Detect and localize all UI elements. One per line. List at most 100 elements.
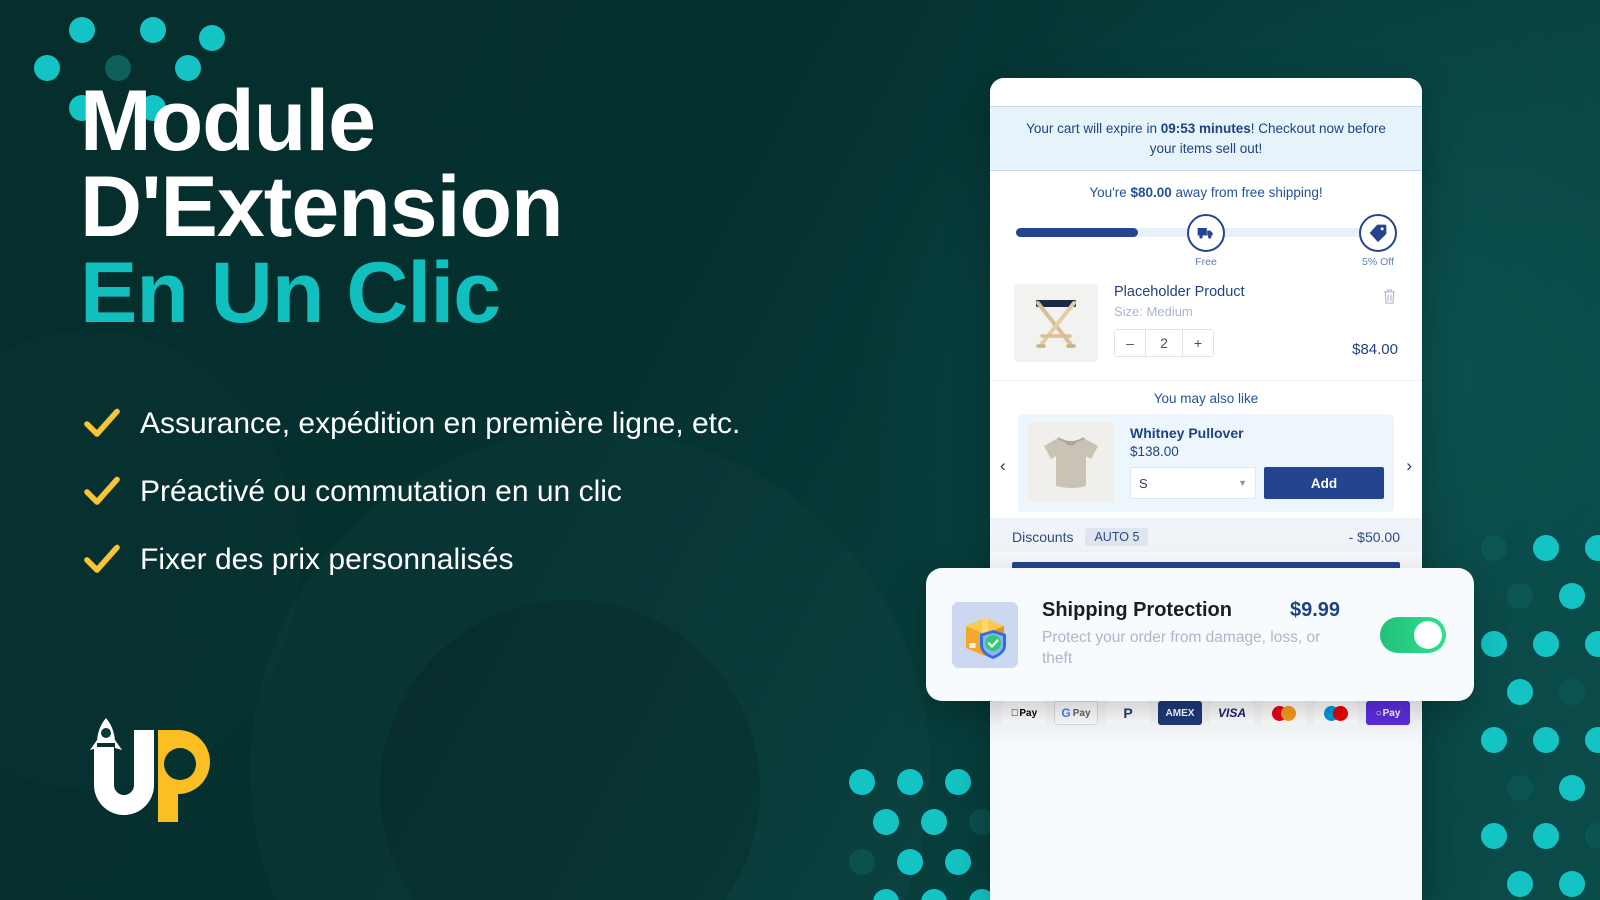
product-thumbnail [1014, 284, 1098, 363]
google-pay-mark-label: Pay [1072, 707, 1091, 719]
google-pay-mark: G Pay [1054, 701, 1098, 726]
check-icon [84, 544, 120, 573]
milestone-label-line1: Free [1195, 256, 1217, 269]
recommendations-heading: You may also like [990, 380, 1422, 415]
free-shipping-progress: You're $80.00 away from free shipping! F… [990, 171, 1422, 281]
size-select-value: S [1139, 475, 1148, 491]
list-item-label: Assurance, expédition en première ligne,… [140, 407, 741, 440]
progress-track: Free Shipping 5% Off [1016, 214, 1397, 281]
recommendation-controls: S ▼ Add [1130, 467, 1384, 500]
recommendations-carousel: ‹ › Whitney Pullover $138.00 S ▼ Add [990, 414, 1422, 519]
cart-line-item: Placeholder Product Size: Medium – 2 + $… [990, 270, 1422, 381]
shipping-protection-details: Shipping Protection $9.99 Protect your o… [1042, 599, 1360, 670]
trash-icon[interactable] [1382, 288, 1397, 308]
decorative-dot [1507, 583, 1533, 609]
discount-code-chip[interactable]: AUTO 5 [1085, 528, 1149, 547]
chevron-right-icon[interactable]: › [1406, 456, 1412, 476]
paypal-mark-label: P [1123, 705, 1133, 722]
accepted-payment-methods: Pay GPay P AMEX VISA ○Pay [990, 701, 1422, 726]
amex-mark-label: AMEX [1165, 707, 1195, 719]
decorative-dot [1533, 823, 1559, 849]
recommendation-thumbnail [1028, 422, 1114, 503]
decorative-dot [1507, 775, 1533, 801]
headline-line-1: Module [80, 73, 376, 169]
dpay-mark-label: Pay [1382, 707, 1401, 719]
add-to-cart-button[interactable]: Add [1264, 467, 1384, 500]
list-item: Fixer des prix personnalisés [82, 540, 740, 580]
hero-content: Module D'Extension En Un Clic Assurance,… [80, 0, 960, 900]
headline-line-3: En Un Clic [80, 245, 501, 341]
check-icon [84, 476, 120, 505]
decorative-dot [34, 55, 60, 81]
chevron-down-icon: ▼ [1238, 478, 1247, 489]
dpay-mark: ○ Pay [1366, 701, 1410, 726]
size-select[interactable]: S ▼ [1130, 467, 1256, 500]
decorative-dot [1533, 727, 1559, 753]
expiry-prefix: Your cart will expire in [1026, 121, 1161, 136]
visa-mark: VISA [1210, 701, 1254, 726]
quantity-decrease-button[interactable]: – [1115, 330, 1145, 357]
progress-bar-fill [1016, 228, 1138, 238]
decorative-dot [1481, 823, 1507, 849]
progress-message: You're $80.00 away from free shipping! [990, 185, 1422, 200]
cart-expiry-banner: Your cart will expire in 09:53 minutes! … [990, 106, 1422, 172]
protected-package-icon [952, 601, 1018, 668]
drawer-top-bar [990, 78, 1422, 106]
up-rocket-logo [90, 718, 210, 822]
decorative-dot [1481, 631, 1507, 657]
quantity-stepper[interactable]: – 2 + [1114, 329, 1214, 358]
cart-drawer-mockup: Your cart will expire in 09:53 minutes! … [990, 78, 1422, 900]
recommendation-price: $138.00 [1130, 444, 1179, 460]
google-g-icon: G [1061, 706, 1071, 721]
chevron-left-icon[interactable]: ‹ [1000, 456, 1006, 476]
decorative-dot [1507, 679, 1533, 705]
recommendation-card: Whitney Pullover $138.00 S ▼ Add [1018, 414, 1394, 513]
decorative-dot [1559, 583, 1585, 609]
mastercard-mark [1262, 701, 1306, 726]
quantity-value[interactable]: 2 [1145, 330, 1183, 357]
decorative-dot [1481, 727, 1507, 753]
feature-list: Assurance, expédition en première ligne,… [82, 404, 740, 608]
cart-summary: Discounts AUTO 5 - $50.00 [990, 518, 1422, 553]
truck-icon [1187, 214, 1225, 253]
decorative-dot [1559, 775, 1585, 801]
shipping-protection-card: Shipping Protection $9.99 Protect your o… [926, 568, 1474, 701]
progress-prefix: You're [1089, 185, 1131, 201]
decorative-dot [1559, 871, 1585, 897]
shipping-protection-header: Shipping Protection $9.99 [1042, 599, 1360, 622]
headline-line-2: D'Extension [80, 159, 564, 255]
list-item-label: Préactivé ou commutation en un clic [140, 475, 622, 508]
cart-item-variant: Size: Medium [1114, 304, 1193, 320]
cart-item-price: $84.00 [1352, 341, 1398, 359]
progress-amount: $80.00 [1130, 185, 1172, 201]
decorative-dot [1533, 631, 1559, 657]
quantity-increase-button[interactable]: + [1183, 330, 1213, 357]
decorative-dot [1507, 871, 1533, 897]
toggle-knob [1414, 620, 1442, 649]
shipping-protection-toggle[interactable] [1380, 616, 1446, 653]
paypal-mark: P [1106, 701, 1150, 726]
dpay-o-icon: ○ [1375, 707, 1382, 719]
maestro-mark [1314, 701, 1358, 726]
list-item-label: Fixer des prix personnalisés [140, 543, 514, 576]
cart-item-title[interactable]: Placeholder Product [1114, 284, 1398, 300]
list-item: Assurance, expédition en première ligne,… [82, 404, 740, 444]
decorative-dot [1533, 535, 1559, 561]
shipping-protection-price: $9.99 [1290, 599, 1341, 622]
recommendation-details: Whitney Pullover $138.00 S ▼ Add [1130, 425, 1384, 500]
check-icon [84, 408, 120, 437]
apple-logo-icon:  [1011, 708, 1019, 719]
progress-suffix: away from free shipping! [1171, 185, 1323, 201]
recommendation-title[interactable]: Whitney Pullover [1130, 425, 1384, 441]
apple-pay-mark: Pay [1002, 701, 1046, 726]
apple-pay-mark-label: Pay [1015, 707, 1037, 719]
decorative-dot [1481, 535, 1507, 561]
page-title: Module D'Extension En Un Clic [80, 73, 564, 341]
milestone-discount: 5% Off [1342, 214, 1414, 269]
discount-amount: - $50.00 [1348, 529, 1400, 546]
discount-label: Discounts [1012, 529, 1074, 546]
tag-icon [1359, 214, 1397, 253]
amex-mark: AMEX [1158, 701, 1202, 726]
visa-mark-label: VISA [1217, 706, 1246, 721]
decorative-dot [1559, 679, 1585, 705]
